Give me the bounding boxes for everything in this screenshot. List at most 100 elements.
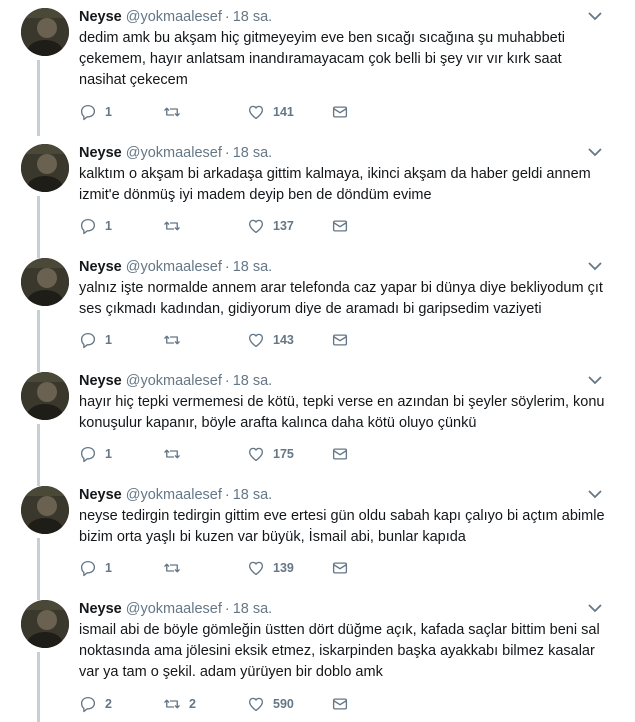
tweet[interactable]: Neyse @yokmaalesef · 18 sa. dedim amk bu ak… xyxy=(0,0,635,128)
tweet-header: Neyse @yokmaalesef · 18 sa. xyxy=(79,144,595,162)
tweet[interactable]: Neyse @yokmaalesef · 18 sa. hayır hiç tepki… xyxy=(0,364,635,486)
tweet-header: Neyse @yokmaalesef · 18 sa. xyxy=(79,486,595,504)
tweet-header: Neyse @yokmaalesef · 18 sa. xyxy=(79,258,595,276)
tweet-text: dedim amk bu akşam hiç gitmeyeyim eve be… xyxy=(79,30,565,88)
reply-count: 1 xyxy=(105,447,112,461)
separator: · xyxy=(224,145,230,161)
display-name[interactable]: Neyse xyxy=(79,487,122,503)
like-button[interactable]: 175 xyxy=(247,444,294,464)
reply-count: 1 xyxy=(105,333,112,347)
direct-message-button[interactable] xyxy=(331,330,349,350)
reply-count: 1 xyxy=(105,105,112,119)
retweet-button[interactable]: 2 xyxy=(163,694,196,714)
username[interactable]: @yokmaalesef xyxy=(126,601,222,617)
tweet[interactable]: Neyse @yokmaalesef · 18 sa. neyse tedirgin … xyxy=(0,478,635,600)
like-count: 590 xyxy=(273,697,294,711)
reply-icon xyxy=(80,104,96,121)
separator: · xyxy=(224,487,230,503)
direct-message-button[interactable] xyxy=(331,694,349,714)
separator: · xyxy=(224,9,230,25)
reply-count: 2 xyxy=(105,697,112,711)
username[interactable]: @yokmaalesef xyxy=(126,373,222,389)
heart-icon xyxy=(248,447,264,462)
chevron-down-icon[interactable] xyxy=(587,10,603,22)
chevron-down-icon[interactable] xyxy=(587,488,603,500)
chevron-down-icon[interactable] xyxy=(587,374,603,386)
retweet-button[interactable] xyxy=(163,216,189,236)
envelope-icon xyxy=(332,562,348,574)
tweet-text: ismail abi de böyle gömleğin üstten dört… xyxy=(79,622,600,680)
display-name[interactable]: Neyse xyxy=(79,373,122,389)
retweet-button[interactable] xyxy=(163,102,189,122)
tweet[interactable]: Neyse @yokmaalesef · 18 sa. ismail abi de b… xyxy=(0,592,635,722)
display-name[interactable]: Neyse xyxy=(79,145,122,161)
reply-button[interactable]: 2 xyxy=(79,694,112,714)
avatar[interactable] xyxy=(21,600,69,648)
heart-icon xyxy=(248,105,264,120)
reply-button[interactable]: 1 xyxy=(79,216,112,236)
like-button[interactable]: 137 xyxy=(247,216,294,236)
display-name[interactable]: Neyse xyxy=(79,9,122,25)
avatar[interactable] xyxy=(21,258,69,306)
username[interactable]: @yokmaalesef xyxy=(126,145,222,161)
like-button[interactable]: 590 xyxy=(247,694,294,714)
chevron-down-icon[interactable] xyxy=(587,260,603,272)
reply-icon xyxy=(80,332,96,349)
retweet-button[interactable] xyxy=(163,330,189,350)
tweet-text: kalktım o akşam bi arkadaşa gittim kalma… xyxy=(79,166,591,203)
reply-button[interactable]: 1 xyxy=(79,102,112,122)
reply-count: 1 xyxy=(105,561,112,575)
timestamp[interactable]: 18 sa. xyxy=(233,601,273,617)
direct-message-button[interactable] xyxy=(331,216,349,236)
envelope-icon xyxy=(332,106,348,118)
retweet-button[interactable] xyxy=(163,444,189,464)
timestamp[interactable]: 18 sa. xyxy=(233,145,273,161)
like-count: 141 xyxy=(273,105,294,119)
reply-count: 1 xyxy=(105,219,112,233)
like-button[interactable]: 141 xyxy=(247,102,294,122)
reply-icon xyxy=(80,218,96,235)
separator: · xyxy=(224,259,230,275)
username[interactable]: @yokmaalesef xyxy=(126,487,222,503)
timestamp[interactable]: 18 sa. xyxy=(233,487,273,503)
reply-button[interactable]: 1 xyxy=(79,558,112,578)
timestamp[interactable]: 18 sa. xyxy=(233,9,273,25)
like-count: 137 xyxy=(273,219,294,233)
direct-message-button[interactable] xyxy=(331,102,349,122)
avatar[interactable] xyxy=(21,372,69,420)
retweet-icon xyxy=(164,107,180,117)
like-button[interactable]: 143 xyxy=(247,330,294,350)
chevron-down-icon[interactable] xyxy=(587,146,603,158)
avatar[interactable] xyxy=(21,8,69,56)
direct-message-button[interactable] xyxy=(331,558,349,578)
retweet-button[interactable] xyxy=(163,558,189,578)
like-count: 143 xyxy=(273,333,294,347)
direct-message-button[interactable] xyxy=(331,444,349,464)
avatar[interactable] xyxy=(21,144,69,192)
envelope-icon xyxy=(332,698,348,710)
reply-button[interactable]: 1 xyxy=(79,444,112,464)
username[interactable]: @yokmaalesef xyxy=(126,259,222,275)
avatar[interactable] xyxy=(21,486,69,534)
thread-line xyxy=(37,196,40,258)
like-button[interactable]: 139 xyxy=(247,558,294,578)
separator: · xyxy=(224,601,230,617)
tweet[interactable]: Neyse @yokmaalesef · 18 sa. kalktım o akşam… xyxy=(0,128,635,258)
thread-line xyxy=(37,310,40,372)
timestamp[interactable]: 18 sa. xyxy=(233,259,273,275)
reply-button[interactable]: 1 xyxy=(79,330,112,350)
like-count: 139 xyxy=(273,561,294,575)
retweet-count: 2 xyxy=(189,697,196,711)
tweet[interactable]: Neyse @yokmaalesef · 18 sa. yalnız işte nor… xyxy=(0,250,635,372)
tweet-thread: Neyse @yokmaalesef · 18 sa. dedim amk bu ak… xyxy=(0,0,635,722)
tweet-header: Neyse @yokmaalesef · 18 sa. xyxy=(79,372,595,390)
thread-line xyxy=(37,60,40,128)
retweet-icon xyxy=(164,449,180,459)
chevron-down-icon[interactable] xyxy=(587,602,603,614)
timestamp[interactable]: 18 sa. xyxy=(233,373,273,389)
display-name[interactable]: Neyse xyxy=(79,601,122,617)
display-name[interactable]: Neyse xyxy=(79,259,122,275)
heart-icon xyxy=(248,333,264,348)
username[interactable]: @yokmaalesef xyxy=(126,9,222,25)
thread-line xyxy=(37,128,40,136)
